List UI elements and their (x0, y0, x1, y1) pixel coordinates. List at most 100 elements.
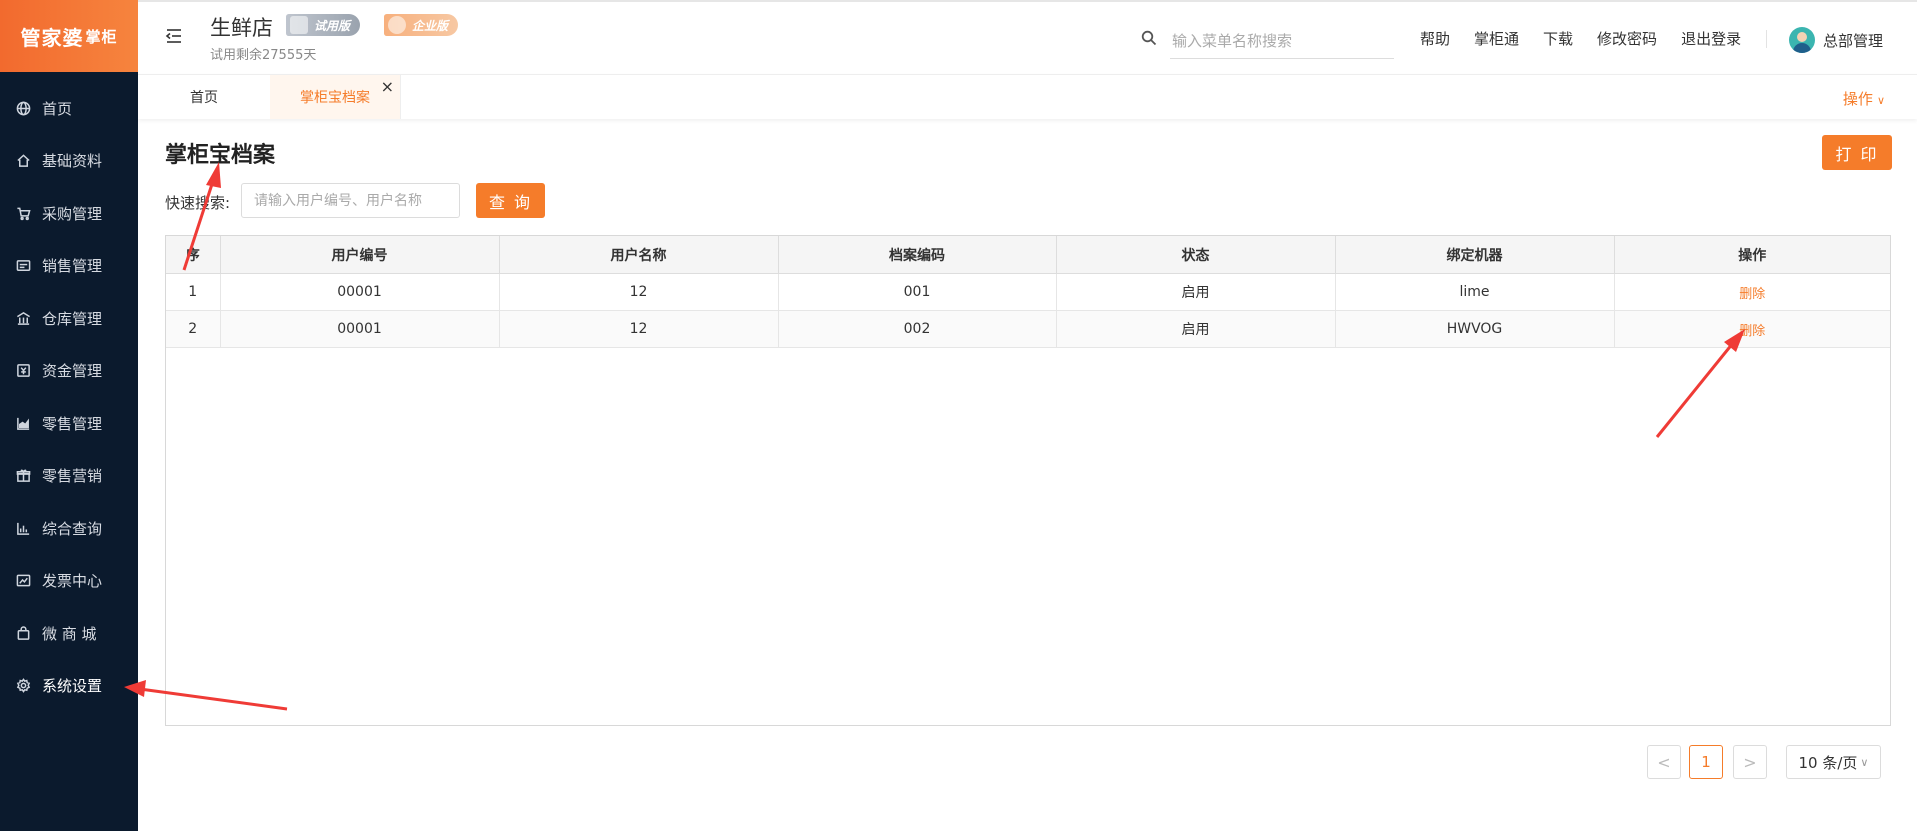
cart-icon (14, 204, 32, 222)
change-password-link[interactable]: 修改密码 (1597, 28, 1657, 49)
sidebar-item-invoice[interactable]: 发票中心 (0, 555, 138, 608)
user-name[interactable]: 总部管理 (1823, 30, 1883, 51)
cell-user-name: 12 (499, 273, 779, 311)
table-row[interactable]: 1 00001 12 001 启用 lime 删除 (166, 273, 1890, 311)
sidebar-item-query[interactable]: 综合查询 (0, 502, 138, 555)
tab-label: 掌柜宝档案 (300, 90, 370, 106)
cell-archive-code: 001 (778, 273, 1057, 311)
cell-machine: HWVOG (1335, 310, 1615, 348)
gear-icon (14, 677, 32, 695)
sidebar-menu: 首页 基础资料 采购管理 销售管理 仓库管理 资金管理 零售管理 零售营销 综合… (0, 72, 138, 712)
bar-chart-icon (14, 519, 32, 537)
quick-search-input[interactable] (241, 183, 460, 218)
page-size-select[interactable]: 10 条/页 ∨ (1786, 745, 1881, 779)
download-link[interactable]: 下载 (1543, 28, 1573, 49)
logout-link[interactable]: 退出登录 (1681, 28, 1741, 49)
header-actions: 操作 (1614, 236, 1890, 274)
avatar-head (1797, 32, 1807, 42)
archive-table: 序 用户编号 用户名称 档案编码 状态 绑定机器 操作 1 00001 12 0… (165, 235, 1891, 726)
cell-index: 1 (166, 273, 221, 311)
sidebar-item-label: 零售营销 (42, 467, 103, 486)
home-icon (14, 152, 32, 170)
sidebar-item-label: 系统设置 (42, 677, 103, 696)
header-divider (1766, 30, 1767, 48)
header-status: 状态 (1056, 236, 1336, 274)
header-index: 序 (166, 236, 221, 274)
cell-actions: 删除 (1614, 273, 1890, 311)
star-icon (388, 16, 406, 34)
sidebar-item-label: 销售管理 (42, 257, 103, 276)
quick-search-label: 快速搜索: (165, 194, 231, 212)
sidebar-item-label: 零售管理 (42, 414, 103, 433)
sidebar-item-label: 发票中心 (42, 572, 103, 591)
sidebar-item-sales[interactable]: 销售管理 (0, 240, 138, 293)
enterprise-badge-label: 企业版 (412, 18, 449, 33)
table-row[interactable]: 2 00001 12 002 启用 HWVOG 删除 (166, 310, 1890, 348)
sidebar-item-label: 仓库管理 (42, 309, 103, 328)
cell-status: 启用 (1056, 273, 1336, 311)
trial-remaining-text: 试用剩余27555天 (210, 48, 317, 63)
invoice-chart-icon (14, 572, 32, 590)
top-links: 帮助 掌柜通 下载 修改密码 退出登录 (1420, 28, 1765, 49)
top-bar: 生鲜店 试用版 企业版 试用剩余27555天 帮助 掌柜通 下载 修改密码 退出… (138, 0, 1917, 74)
shop-name: 生鲜店 (210, 16, 273, 40)
logo-sub-text: 掌柜 (85, 27, 118, 46)
sidebar-item-purchase[interactable]: 采购管理 (0, 187, 138, 240)
sidebar-item-warehouse[interactable]: 仓库管理 (0, 292, 138, 345)
chevron-down-icon: ∨ (1860, 755, 1869, 769)
app-logo[interactable]: 管家婆 掌柜 (0, 0, 138, 72)
sidebar-item-label: 资金管理 (42, 362, 103, 381)
tab-operations-label: 操作 (1842, 90, 1873, 108)
tab-label: 首页 (190, 90, 218, 106)
tab-archive[interactable]: 掌柜宝档案 × (270, 75, 401, 119)
globe-icon (14, 99, 32, 117)
header-user-name: 用户名称 (499, 236, 779, 274)
zhanggui-tong-link[interactable]: 掌柜通 (1474, 28, 1519, 49)
sidebar-item-marketing[interactable]: 零售营销 (0, 450, 138, 503)
sidebar-item-label: 采购管理 (42, 204, 103, 223)
delete-link[interactable]: 删除 (1739, 287, 1765, 302)
sidebar-item-label: 基础资料 (42, 152, 103, 171)
logo-main-text: 管家婆 (20, 25, 84, 50)
cell-user-code: 00001 (220, 273, 500, 311)
bag-icon (14, 624, 32, 642)
warehouse-icon (14, 309, 32, 327)
tab-operations-dropdown[interactable]: 操作 ∨ (1843, 88, 1885, 109)
print-button[interactable]: 打 印 (1822, 135, 1892, 170)
pager-next-button[interactable]: > (1733, 745, 1767, 779)
sidebar-item-mall[interactable]: 微 商 城 (0, 607, 138, 660)
menu-collapse-icon[interactable] (164, 26, 184, 46)
sidebar-item-label: 首页 (42, 99, 73, 118)
trial-badge: 试用版 (286, 14, 361, 36)
sidebar-item-home[interactable]: 首页 (0, 82, 138, 135)
close-icon[interactable]: × (381, 77, 394, 96)
cell-archive-code: 002 (778, 310, 1057, 348)
delete-link[interactable]: 删除 (1739, 324, 1765, 339)
help-link[interactable]: 帮助 (1420, 28, 1450, 49)
query-button[interactable]: 查 询 (476, 183, 545, 218)
table-header-row: 序 用户编号 用户名称 档案编码 状态 绑定机器 操作 (166, 236, 1890, 274)
sidebar-item-retail[interactable]: 零售管理 (0, 397, 138, 450)
header-archive-code: 档案编码 (778, 236, 1057, 274)
sidebar-item-label: 微 商 城 (42, 624, 97, 643)
tab-home[interactable]: 首页 (138, 75, 271, 119)
sidebar: 管家婆 掌柜 首页 基础资料 采购管理 销售管理 仓库管理 资金管理 零售管理 … (0, 0, 138, 831)
avatar-body (1793, 43, 1811, 53)
header-machine: 绑定机器 (1335, 236, 1615, 274)
sidebar-item-finance[interactable]: 资金管理 (0, 345, 138, 398)
sidebar-item-label: 综合查询 (42, 519, 103, 538)
menu-search-input[interactable] (1170, 24, 1394, 59)
search-icon[interactable] (1141, 30, 1159, 48)
page-title: 掌柜宝档案 (165, 143, 276, 168)
gift-icon (14, 467, 32, 485)
money-icon (14, 362, 32, 380)
enterprise-badge: 企业版 (384, 14, 459, 36)
sidebar-item-settings[interactable]: 系统设置 (0, 660, 138, 713)
sidebar-item-basic-data[interactable]: 基础资料 (0, 135, 138, 188)
pager-page-1[interactable]: 1 (1689, 745, 1723, 779)
pager-prev-button[interactable]: < (1647, 745, 1681, 779)
avatar[interactable] (1789, 27, 1815, 53)
cell-actions: 删除 (1614, 310, 1890, 348)
trial-badge-label: 试用版 (314, 18, 351, 33)
chevron-down-icon: ∨ (1876, 94, 1885, 107)
